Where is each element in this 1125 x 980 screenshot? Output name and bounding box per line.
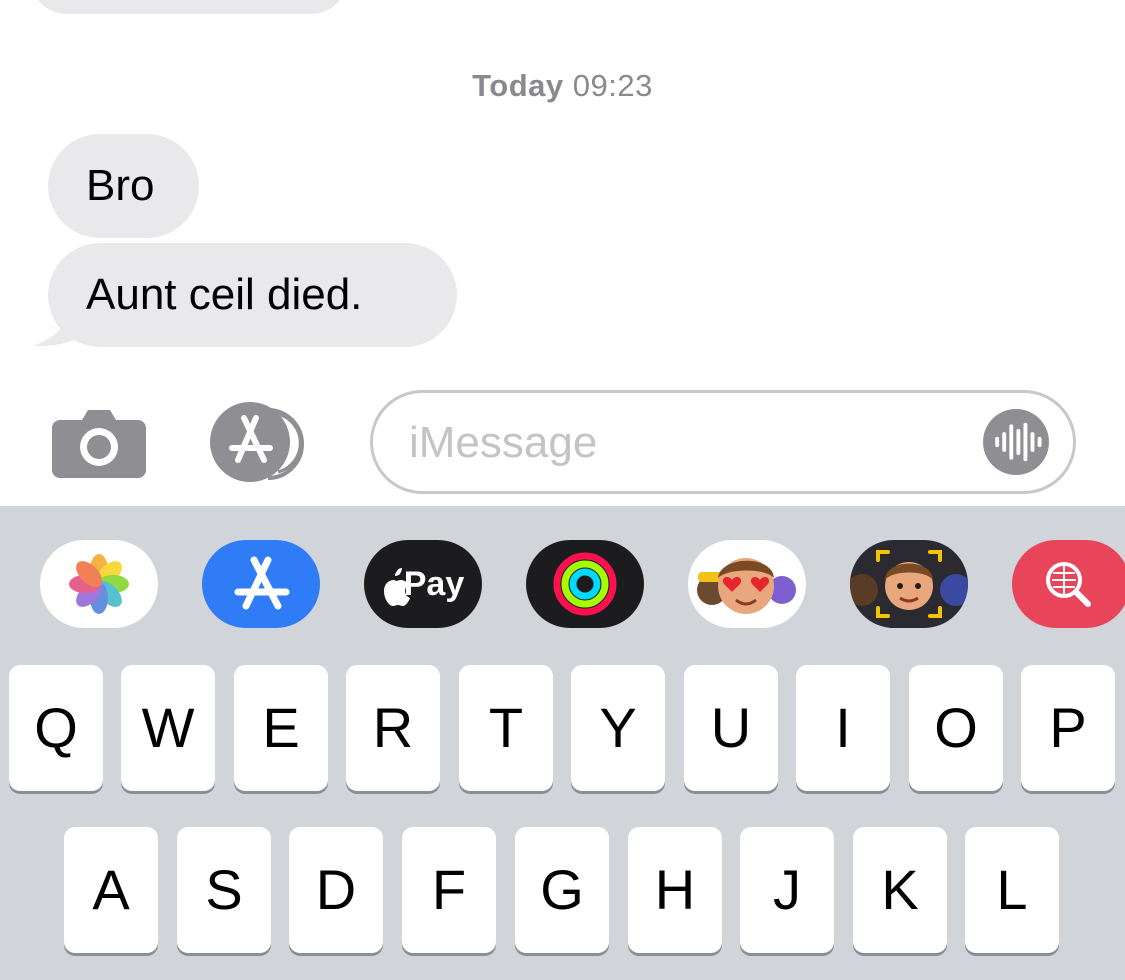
key-l[interactable]: L: [965, 827, 1059, 953]
previous-message-bubble[interactable]: [30, 0, 348, 14]
app-drawer-photos[interactable]: [40, 540, 158, 628]
key-s[interactable]: S: [177, 827, 271, 953]
key-e[interactable]: E: [234, 665, 328, 791]
camera-icon[interactable]: [52, 404, 146, 478]
key-j[interactable]: J: [740, 827, 834, 953]
key-y[interactable]: Y: [571, 665, 665, 791]
photos-icon: [69, 554, 129, 614]
key-k[interactable]: K: [853, 827, 947, 953]
message-timestamp: Today 09:23: [0, 68, 1125, 104]
key-i[interactable]: I: [796, 665, 890, 791]
key-t[interactable]: T: [459, 665, 553, 791]
app-drawer-images-search[interactable]: [1012, 540, 1125, 628]
message-bubble[interactable]: Bro: [48, 134, 199, 238]
app-drawer-activity[interactable]: [526, 540, 644, 628]
key-o[interactable]: O: [909, 665, 1003, 791]
app-drawer-memoji-stickers[interactable]: [688, 540, 806, 628]
apple-pay-label: Pay: [403, 565, 465, 603]
message-bubble[interactable]: Aunt ceil died.: [48, 243, 457, 347]
app-store-icon[interactable]: [208, 402, 320, 482]
messages-screen: Today 09:23 Bro Aunt ceil died. iMessage…: [0, 0, 1125, 980]
search-globe-icon: [1046, 562, 1091, 607]
app-drawer-app-store[interactable]: [202, 540, 320, 628]
key-a[interactable]: A: [64, 827, 158, 953]
app-drawer: Pay: [0, 506, 1125, 656]
key-p[interactable]: P: [1021, 665, 1115, 791]
memoji-icon: [850, 550, 968, 618]
key-d[interactable]: D: [289, 827, 383, 953]
activity-rings-icon: [553, 552, 617, 616]
timestamp-time: 09:23: [572, 68, 653, 103]
key-g[interactable]: G: [515, 827, 609, 953]
app-drawer-memoji[interactable]: [850, 540, 968, 628]
key-q[interactable]: Q: [9, 665, 103, 791]
message-input[interactable]: [409, 413, 969, 473]
key-w[interactable]: W: [121, 665, 215, 791]
audio-waveform-icon[interactable]: [983, 409, 1049, 475]
key-r[interactable]: R: [346, 665, 440, 791]
timestamp-day: Today: [472, 68, 564, 103]
key-h[interactable]: H: [628, 827, 722, 953]
app-store-icon: [234, 556, 290, 610]
key-f[interactable]: F: [402, 827, 496, 953]
memoji-stickers-icon: [697, 558, 796, 614]
keyboard: Pay Q W E R T Y U I O P A S D F G H J K …: [0, 506, 1125, 980]
imessage-field[interactable]: [370, 390, 1076, 494]
app-drawer-apple-pay[interactable]: Pay: [364, 540, 482, 628]
key-u[interactable]: U: [684, 665, 778, 791]
